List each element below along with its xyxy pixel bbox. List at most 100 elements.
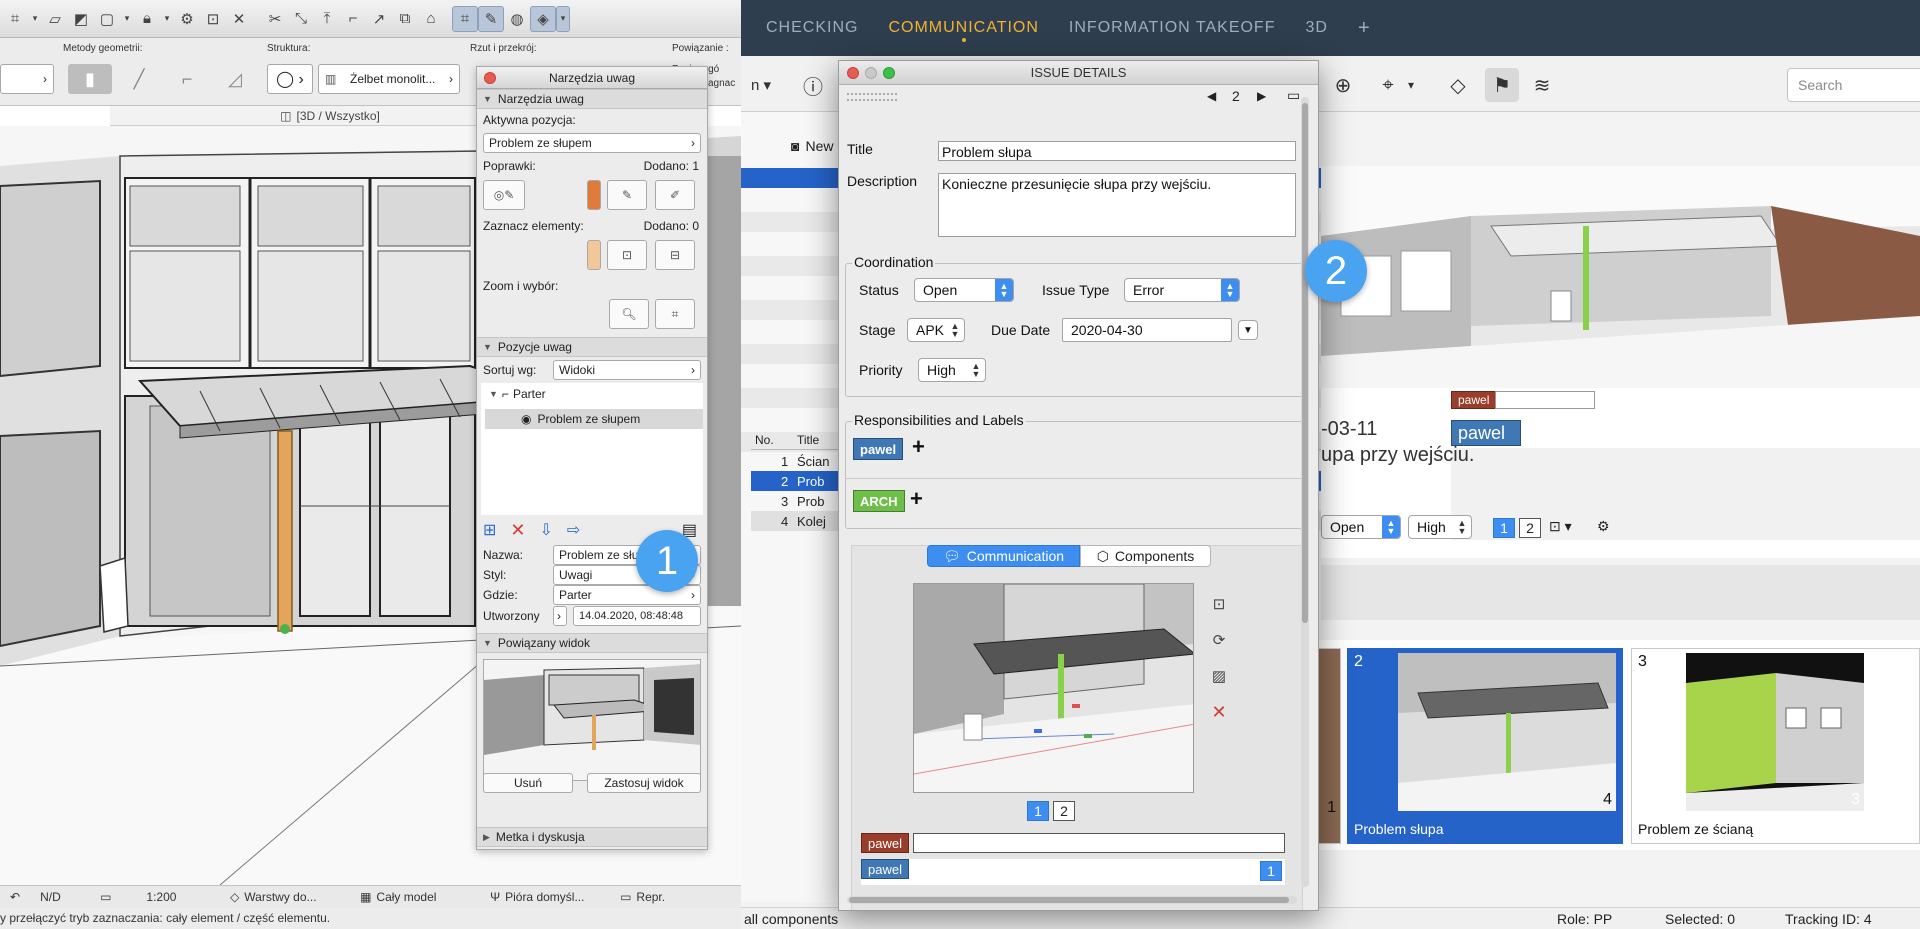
info-dropdown-left[interactable]: ›: [0, 64, 54, 94]
scissors-icon[interactable]: ✂: [262, 6, 288, 32]
select-frame-icon[interactable]: ⌗: [452, 5, 478, 32]
map-icon[interactable]: ⚑: [1485, 68, 1519, 102]
apply-view-button[interactable]: Zastosuj widok: [587, 773, 701, 793]
tab-3d[interactable]: 3D: [1290, 0, 1342, 56]
section-markup-tools[interactable]: ▼ Narzędzia uwag: [477, 89, 707, 109]
chevron-down-icon[interactable]: ▾: [120, 6, 134, 32]
search-input[interactable]: Search: [1787, 68, 1920, 102]
detail-page-2[interactable]: 2: [1519, 518, 1541, 538]
snapshot-page-1[interactable]: 1: [1027, 801, 1049, 821]
detail-priority-dropdown[interactable]: High ▲ ▼: [1408, 515, 1472, 539]
undo-icon[interactable]: ↶: [0, 890, 30, 904]
geometry-slanted-icon[interactable]: ╱: [118, 64, 160, 94]
palette-titlebar[interactable]: Narzędzia uwag: [477, 67, 707, 89]
focus-icon[interactable]: ⊡ ▾: [1549, 518, 1572, 535]
elevate-icon[interactable]: ⤒: [314, 6, 340, 32]
frame-icon[interactable]: ▢: [94, 6, 120, 32]
lock-icon[interactable]: 🔒︎: [134, 6, 160, 32]
model-field[interactable]: ▦ Cały model: [350, 890, 480, 904]
adjust-icon[interactable]: ⤡: [288, 6, 314, 32]
geometry-straight-icon[interactable]: ▮: [68, 64, 112, 94]
detail-page-1[interactable]: 1: [1493, 518, 1515, 538]
zoom-icon[interactable]: 🔍︎: [609, 299, 649, 329]
add-user-button[interactable]: +: [912, 434, 925, 460]
wall-icon[interactable]: ◩: [68, 6, 94, 32]
priority-stepper[interactable]: High ▲ ▼: [918, 358, 986, 382]
import-icon[interactable]: ⇩: [540, 520, 553, 540]
measure-icon[interactable]: ⊡: [200, 6, 226, 32]
zoom-icon[interactable]: ⊕: [1326, 68, 1360, 102]
tab-add[interactable]: +: [1343, 0, 1386, 56]
issue-preview-image[interactable]: [1321, 166, 1920, 388]
curve-icon[interactable]: ↗: [366, 6, 392, 32]
geometry-trapezoid-icon[interactable]: ⌐: [166, 64, 208, 94]
col-title[interactable]: Title: [797, 433, 819, 447]
geometry-polygon-icon[interactable]: ◿: [214, 64, 256, 94]
image-icon[interactable]: ▨: [1208, 665, 1230, 687]
section-linked-view[interactable]: ▼ Powiązany widok: [477, 633, 707, 653]
tree-item-row[interactable]: ◉ Problem ze słupem: [485, 409, 703, 429]
description-textarea[interactable]: Konieczne przesunięcie słupa przy wejści…: [938, 173, 1296, 237]
chevron-down-icon[interactable]: ▾: [28, 6, 42, 32]
tab-communication[interactable]: 💬︎ Communication: [927, 545, 1080, 567]
roof-icon[interactable]: ⌂: [418, 6, 444, 32]
snapshot-image[interactable]: [913, 583, 1194, 793]
scrollbar-thumb[interactable]: [1302, 103, 1308, 623]
comment-row[interactable]: [861, 859, 1285, 885]
created-expand-button[interactable]: ›: [553, 606, 567, 626]
highlight-add-button[interactable]: ⊡: [607, 240, 647, 270]
highlight-color-swatch[interactable]: [587, 240, 601, 270]
next-issue-icon[interactable]: ▶: [1257, 89, 1266, 103]
highlight-remove-button[interactable]: ⊟: [655, 240, 695, 270]
delete-snapshot-icon[interactable]: ✕: [1208, 701, 1230, 723]
chevron-down-icon[interactable]: ▾: [160, 6, 174, 32]
maximize-icon[interactable]: [883, 67, 895, 79]
pen-icon[interactable]: ✎: [478, 5, 504, 32]
corner-icon[interactable]: ⌐: [340, 6, 366, 32]
tree-folder-row[interactable]: ▼ ⌐ Parter: [489, 387, 546, 401]
chevron-down-icon[interactable]: ▾: [556, 5, 570, 32]
tab-communication[interactable]: COMMUNICATION: [873, 0, 1053, 56]
tab-components[interactable]: ⬡ Components: [1080, 545, 1211, 567]
structure-shape-button[interactable]: ◯ ›: [267, 64, 313, 94]
structure-material-dropdown[interactable]: ▥ Żelbet monolit... ›: [318, 64, 460, 94]
section-tags-discussion[interactable]: ▶ Metka i dyskusja: [477, 827, 707, 847]
in-dropdown-partial[interactable]: n ▾: [741, 68, 781, 102]
fix-pen-alt-button[interactable]: ✐: [655, 180, 695, 210]
layers-tool-icon[interactable]: ⚙: [174, 6, 200, 32]
nd-field[interactable]: N/D: [30, 890, 90, 904]
fix-color-swatch[interactable]: [587, 180, 601, 210]
focus-snapshot-icon[interactable]: ⊡: [1208, 593, 1230, 615]
label-tag[interactable]: ARCH: [853, 490, 905, 512]
refresh-icon[interactable]: ⟳: [1208, 629, 1230, 651]
fix-pen-button[interactable]: ✎: [607, 180, 647, 210]
plane-icon[interactable]: ◇: [1441, 68, 1475, 102]
prev-issue-icon[interactable]: ◀: [1207, 89, 1216, 103]
thumbnail-card[interactable]: 3 3 Problem ze ścianą: [1631, 648, 1920, 844]
export-icon[interactable]: ⇨: [567, 520, 580, 540]
markup-icon[interactable]: ◈: [530, 5, 556, 32]
active-item-dropdown[interactable]: Problem ze słupem ›: [483, 133, 701, 153]
linked-view-thumbnail[interactable]: [483, 659, 701, 781]
offset-icon[interactable]: ⧉: [392, 6, 418, 32]
info-icon[interactable]: ⓘ: [796, 68, 830, 102]
sort-dropdown[interactable]: Widoki ›: [553, 360, 701, 380]
comment-input-partial[interactable]: [1495, 391, 1595, 409]
section-markup-items[interactable]: ▼ Pozycje uwag: [477, 337, 707, 357]
new-issue-button[interactable]: ◙ New: [791, 138, 833, 154]
minimize-icon[interactable]: [865, 67, 877, 79]
grid-snap-icon[interactable]: ⌗: [2, 6, 28, 32]
tab-checking[interactable]: CHECKING: [751, 0, 873, 56]
tab-information-takeoff[interactable]: INFORMATION TAKEOFF: [1054, 0, 1291, 56]
dialog-h-scrollbar[interactable]: [847, 896, 1297, 904]
repr-field[interactable]: ▭ Repr.: [610, 890, 675, 904]
add-label-button[interactable]: +: [910, 486, 923, 512]
issue-type-dropdown[interactable]: Error ▲ ▼: [1124, 278, 1240, 302]
snapshot-page-2[interactable]: 2: [1053, 801, 1075, 821]
scale-field[interactable]: ▭ 1:200: [90, 890, 220, 904]
dialog-scrollbar[interactable]: [1301, 97, 1309, 887]
status-dropdown[interactable]: Open ▲ ▼: [914, 278, 1014, 302]
select-elements-icon[interactable]: ⌗: [655, 299, 695, 329]
cross-icon[interactable]: ✕: [226, 6, 252, 32]
col-no[interactable]: No.: [755, 433, 774, 447]
